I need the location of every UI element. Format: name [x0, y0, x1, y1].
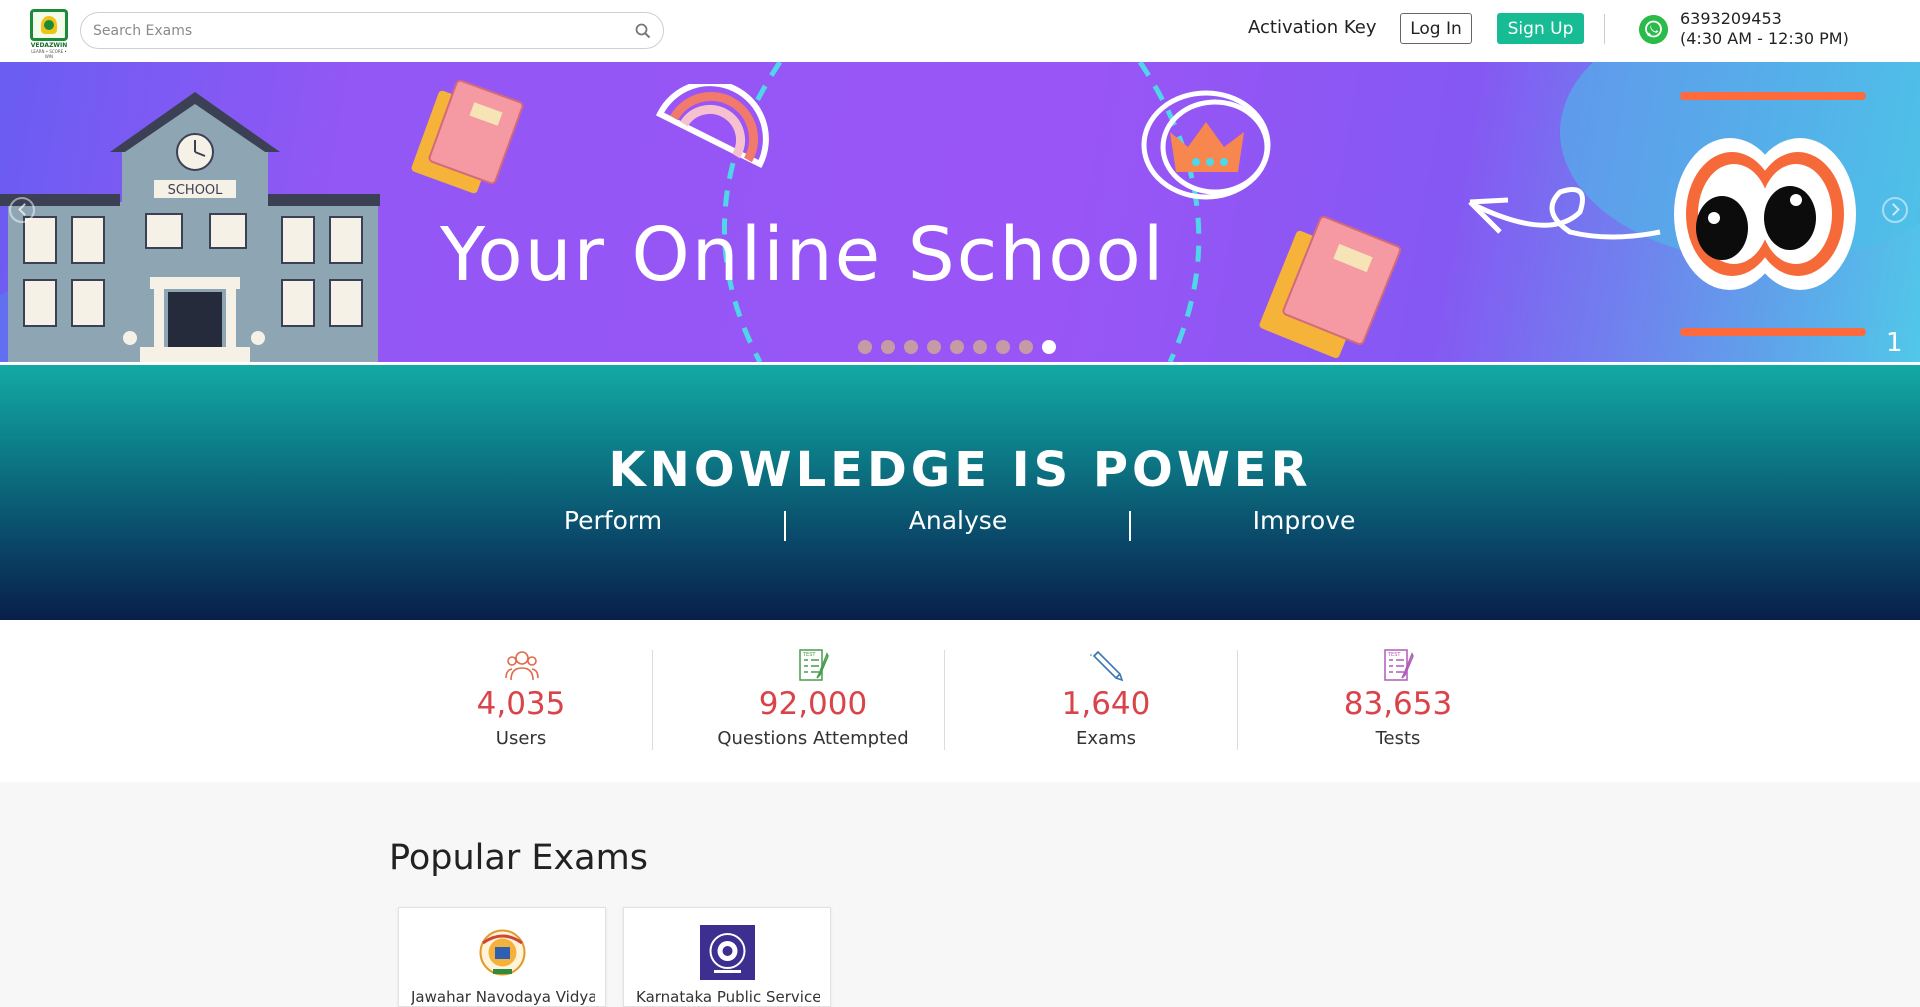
stats-bar: 4,035 Users TEST 92,000 Questions Attemp… — [0, 620, 1920, 782]
top-header: VEDAZWIN LEARN • SCORE • WIN Activation … — [0, 0, 1920, 62]
search-box — [80, 12, 664, 49]
logo-text: VEDAZWIN — [30, 42, 68, 49]
stat-value: 83,653 — [1343, 686, 1453, 722]
carousel-next-button[interactable] — [1882, 197, 1908, 223]
school-sign: SCHOOL — [168, 183, 224, 198]
carousel-dot[interactable] — [1042, 340, 1056, 354]
hero-separator — [784, 511, 786, 541]
exam-name: Karnataka Public Service — [636, 988, 820, 1006]
contact-hours: (4:30 AM - 12:30 PM) — [1680, 29, 1849, 48]
carousel-indicators — [858, 340, 1056, 356]
site-logo[interactable]: VEDAZWIN LEARN • SCORE • WIN — [28, 9, 70, 59]
login-button[interactable]: Log In — [1400, 13, 1472, 44]
stat-divider — [944, 650, 945, 750]
notebook-illustration — [411, 79, 524, 194]
rainbow-sticker — [655, 84, 769, 169]
exam-card[interactable]: Karnataka Public Service — [623, 907, 831, 1007]
whatsapp-icon[interactable] — [1639, 15, 1668, 44]
hero-title: KNOWLEDGE IS POWER — [608, 442, 1312, 498]
test-sheet-icon: TEST — [1384, 649, 1414, 681]
hero-subtitle-perform: Perform — [563, 506, 663, 535]
chevron-left-icon — [18, 203, 31, 216]
stat-questions: TEST 92,000 Questions Attempted — [667, 648, 959, 752]
notebook-illustration — [1259, 215, 1402, 359]
svg-text:TEST: TEST — [802, 652, 816, 658]
carousel-dot[interactable] — [950, 340, 964, 354]
chevron-right-icon — [1887, 203, 1900, 216]
hero-carousel[interactable]: SCHOOL Your Online School 1 — [0, 62, 1920, 362]
jnv-emblem-icon — [479, 929, 526, 976]
stat-tests: TEST 83,653 Tests — [1252, 648, 1544, 752]
kpsc-emblem-icon — [700, 925, 755, 980]
stat-users: 4,035 Users — [375, 648, 667, 752]
contact-phone[interactable]: 6393209453 — [1680, 9, 1782, 29]
exam-name: Jawahar Navodaya Vidyalaya — [411, 988, 595, 1006]
slide-number: 1 — [1886, 328, 1903, 358]
logo-tagline: LEARN • SCORE • WIN — [31, 49, 67, 59]
carousel-dot[interactable] — [1019, 340, 1033, 354]
stat-value: 92,000 — [758, 686, 868, 722]
stat-divider — [652, 650, 653, 750]
hero-subtitle-analyse: Analyse — [908, 506, 1008, 535]
search-input[interactable] — [93, 21, 613, 41]
stat-label: Exams — [1076, 728, 1136, 749]
activation-key-link[interactable]: Activation Key — [1248, 17, 1376, 38]
test-sheet-icon: TEST — [799, 649, 829, 681]
carousel-prev-button[interactable] — [9, 197, 35, 223]
banner-headline: Your Online School — [440, 212, 1166, 298]
svg-text:TEST: TEST — [1387, 652, 1401, 658]
knowledge-section: KNOWLEDGE IS POWER Perform Analyse Impro… — [0, 365, 1920, 620]
search-icon[interactable] — [635, 23, 651, 39]
stat-label: Questions Attempted — [717, 728, 909, 749]
stat-value: 4,035 — [476, 686, 566, 722]
carousel-dot[interactable] — [904, 340, 918, 354]
stat-exams: 1,640 Exams — [960, 648, 1252, 752]
carousel-dot[interactable] — [996, 340, 1010, 354]
carousel-dot[interactable] — [973, 340, 987, 354]
carousel-dot[interactable] — [927, 340, 941, 354]
popular-exams-heading: Popular Exams — [389, 838, 648, 878]
stat-label: Tests — [1375, 728, 1421, 749]
carousel-dot[interactable] — [881, 340, 895, 354]
users-icon — [505, 651, 539, 681]
logo-emblem-icon — [30, 9, 68, 41]
pen-icon — [1090, 650, 1124, 682]
carousel-dot[interactable] — [858, 340, 872, 354]
stat-label: Users — [495, 728, 547, 749]
hero-separator — [1129, 511, 1131, 541]
school-building-illustration: SCHOOL — [0, 92, 380, 362]
header-divider — [1604, 14, 1605, 44]
stat-divider — [1237, 650, 1238, 750]
stat-value: 1,640 — [1061, 686, 1151, 722]
crown-sticker — [1141, 90, 1271, 200]
googly-eyes-illustration — [1468, 92, 1866, 336]
hero-subtitle-improve: Improve — [1252, 506, 1356, 535]
exam-card[interactable]: Jawahar Navodaya Vidyalaya — [398, 907, 606, 1007]
signup-button[interactable]: Sign Up — [1497, 13, 1584, 44]
